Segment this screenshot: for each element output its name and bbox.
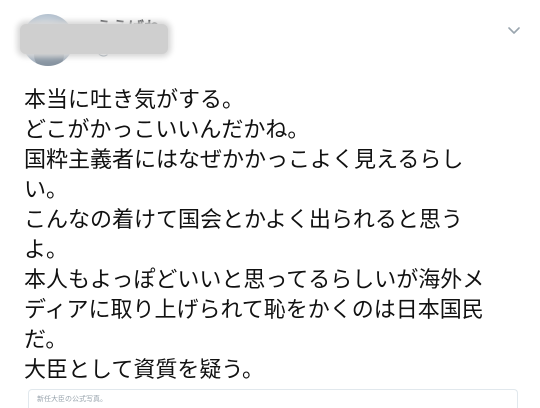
tweet-text-line: 大臣として資質を疑う。 xyxy=(24,358,265,383)
link-card-preview[interactable]: 新任大臣の公式写真。 xyxy=(28,389,518,408)
tweet-text-line: こんなの着けて国会とかよく出られると思う xyxy=(24,208,463,233)
chevron-down-icon[interactable] xyxy=(506,22,522,38)
tweet-text-line: どこがかっこいいんだかね。 xyxy=(24,118,310,143)
tweet-text-line: 本当に吐き気がする。 xyxy=(24,88,245,113)
card-caption: 新任大臣の公式写真。 xyxy=(37,395,107,403)
tweet-text: 本当に吐き気がする。 どこがかっこいいんだかね。 国粋主義者にはなぜかかっこよく… xyxy=(24,86,520,386)
tweet-text-line: よ。 xyxy=(24,238,69,263)
tweet-text-line: ディアに取り上げられて恥をかくのは日本国民 xyxy=(24,298,484,323)
tweet-card: ええばね @2823in 本当に吐き気がする。 どこがかっこいいんだかね。 国粋… xyxy=(0,0,540,408)
tweet-text-line: 本人もよっぽどいいと思ってるらしいが海外メ xyxy=(24,268,485,293)
redaction-blur xyxy=(20,24,168,54)
tweet-text-line: だ。 xyxy=(24,328,68,353)
tweet-text-line: 国粋主義者にはなぜかかっこよく見えるらし xyxy=(24,148,464,173)
tweet-text-line: い。 xyxy=(24,178,69,203)
